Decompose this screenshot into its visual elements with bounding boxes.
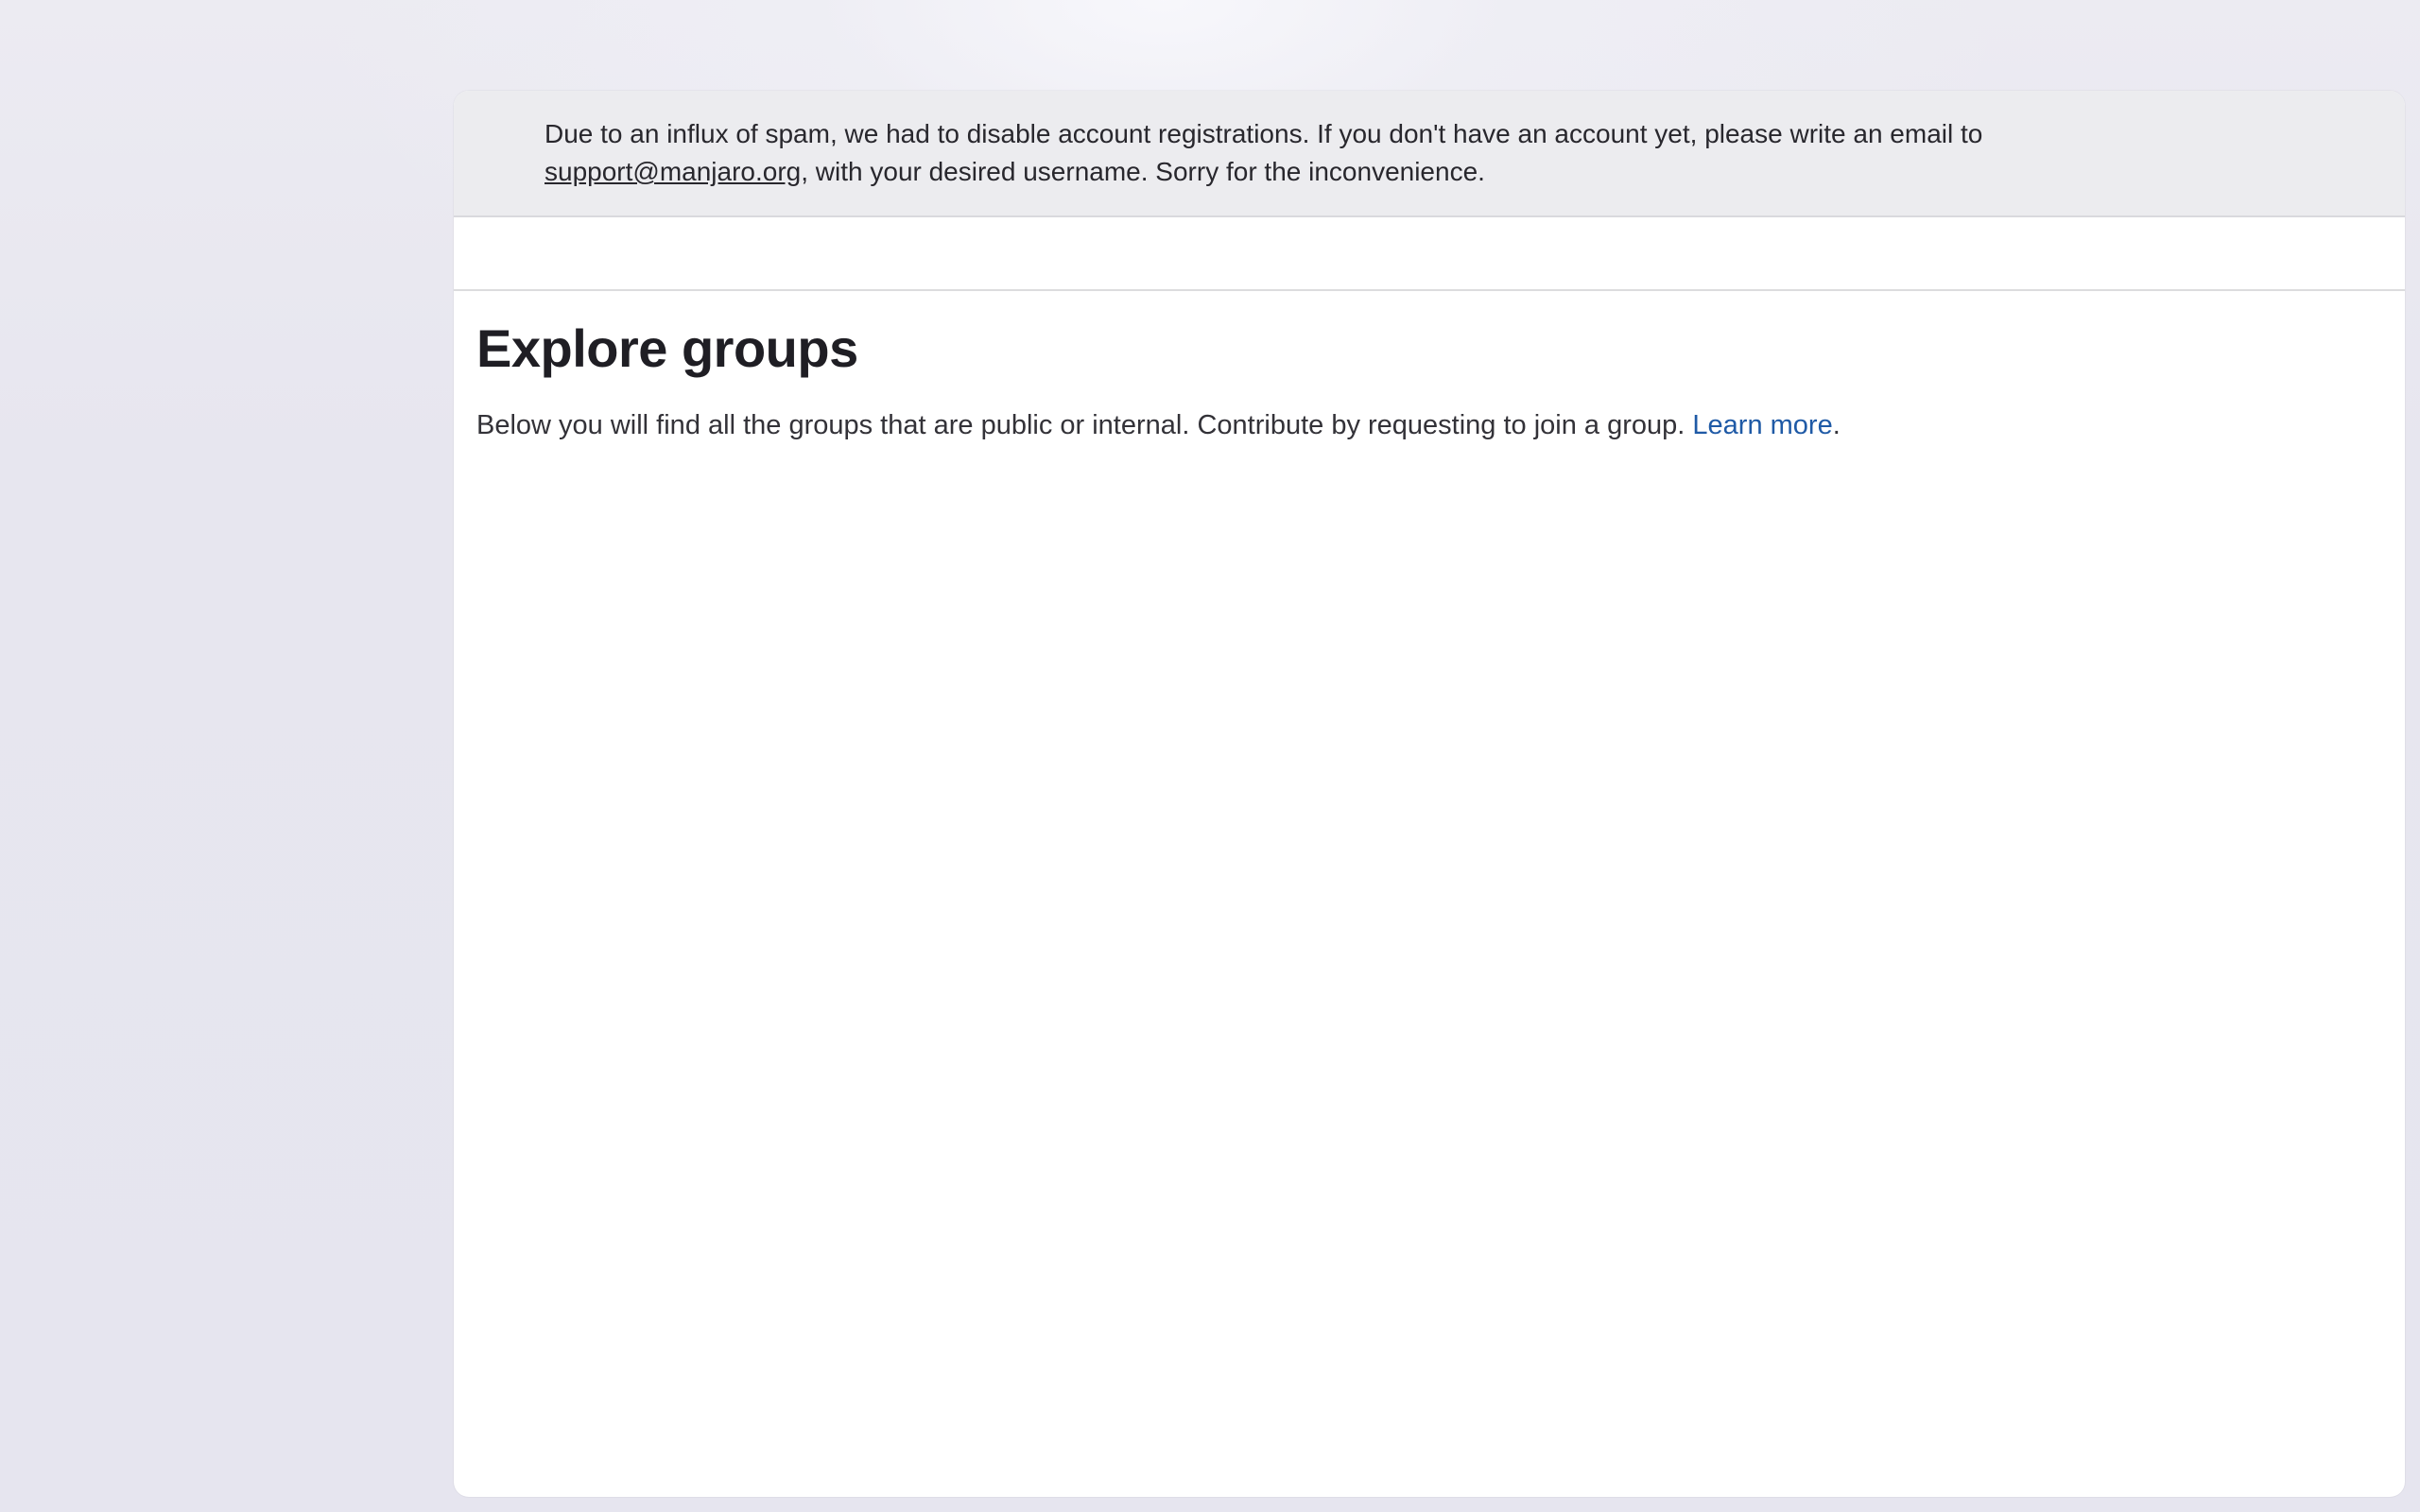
page-title: Explore groups xyxy=(476,318,858,378)
banner-text-after: , with your desired username. Sorry for … xyxy=(801,157,1485,186)
description-text: Below you will find all the groups that … xyxy=(476,410,1685,440)
banner-text-before: Due to an influx of spam, we had to disa… xyxy=(544,119,1983,148)
main-panel: Due to an influx of spam, we had to disa… xyxy=(454,91,2405,1497)
spam-notice-banner: Due to an influx of spam, we had to disa… xyxy=(454,91,2405,217)
top-bar xyxy=(454,217,2405,291)
description-end: . xyxy=(1832,410,1841,440)
learn-more-link[interactable]: Learn more xyxy=(1692,410,1832,440)
banner-message: Due to an influx of spam, we had to disa… xyxy=(544,115,2341,191)
support-email-link[interactable]: support@manjaro.org xyxy=(544,157,801,186)
page-description: Below you will find all the groups that … xyxy=(476,406,2367,444)
